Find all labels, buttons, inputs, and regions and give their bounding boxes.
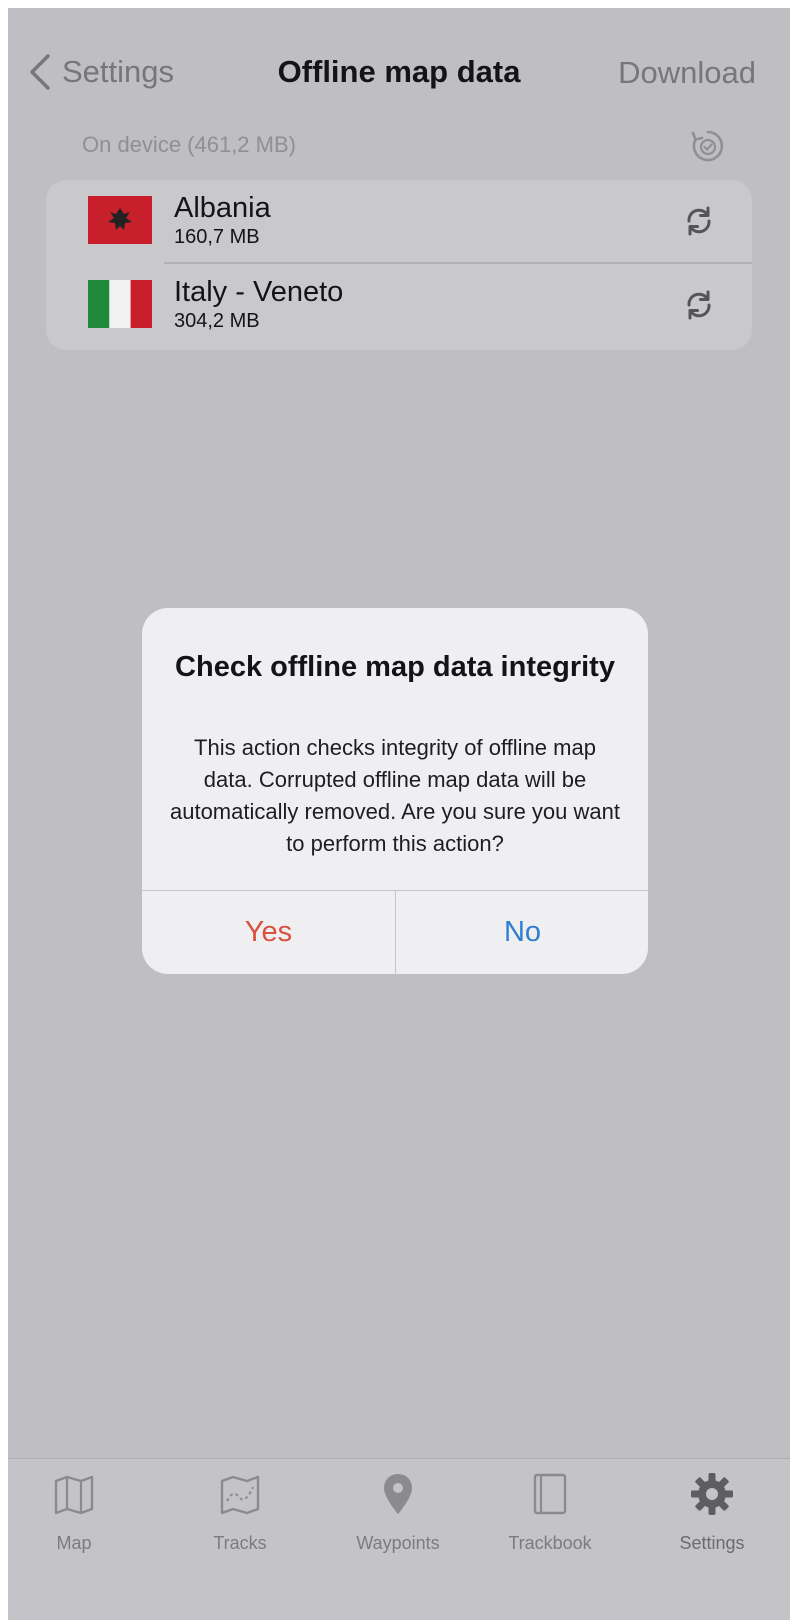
waypoint-pin-icon [384,1474,412,1514]
tab-label: Tracks [213,1533,267,1553]
tab-tracks[interactable]: Tracks [180,1471,300,1571]
offline-map-data-screen: Settings Offline map data Download On de… [8,8,790,1620]
sync-icon[interactable] [682,288,716,322]
download-button[interactable]: Download [618,55,756,91]
tracks-icon [220,1475,260,1515]
tab-settings[interactable]: Settings [652,1471,772,1571]
map-size: 160,7 MB [174,226,260,248]
tab-label: Trackbook [508,1533,592,1553]
alert-message: This action checks integrity of offline … [169,735,620,856]
tab-label: Settings [679,1533,745,1553]
italy-flag-icon [88,280,152,328]
yes-button[interactable]: Yes [142,891,395,974]
map-row-italy-veneto[interactable]: Italy - Veneto 304,2 MB [46,264,752,346]
no-button[interactable]: No [396,891,648,974]
map-icon [54,1475,94,1515]
map-name: Albania [174,192,271,224]
storage-section-header: On device (461,2 MB) [82,132,296,157]
tab-bar: Map Tracks Waypoints Trackbook Settings [8,1458,790,1620]
alert-title: Check offline map data integrity [175,651,615,683]
map-name: Italy - Veneto [174,276,344,308]
integrity-check-icon[interactable] [690,128,726,164]
offline-maps-list: Albania 160,7 MB Italy - Veneto 304,2 MB [46,180,752,350]
trackbook-icon [533,1473,567,1515]
albania-flag-icon [88,196,152,244]
tab-trackbook[interactable]: Trackbook [490,1471,610,1571]
tab-map[interactable]: Map [14,1471,134,1571]
map-size: 304,2 MB [174,310,260,332]
gear-icon [691,1473,733,1515]
sync-icon[interactable] [682,204,716,238]
tab-waypoints[interactable]: Waypoints [338,1471,458,1571]
tab-label: Map [56,1533,92,1553]
integrity-check-alert: Check offline map data integrity This ac… [142,608,648,974]
navigation-bar: Settings Offline map data Download [8,8,790,118]
map-row-albania[interactable]: Albania 160,7 MB [46,180,752,264]
tab-label: Waypoints [356,1533,440,1553]
